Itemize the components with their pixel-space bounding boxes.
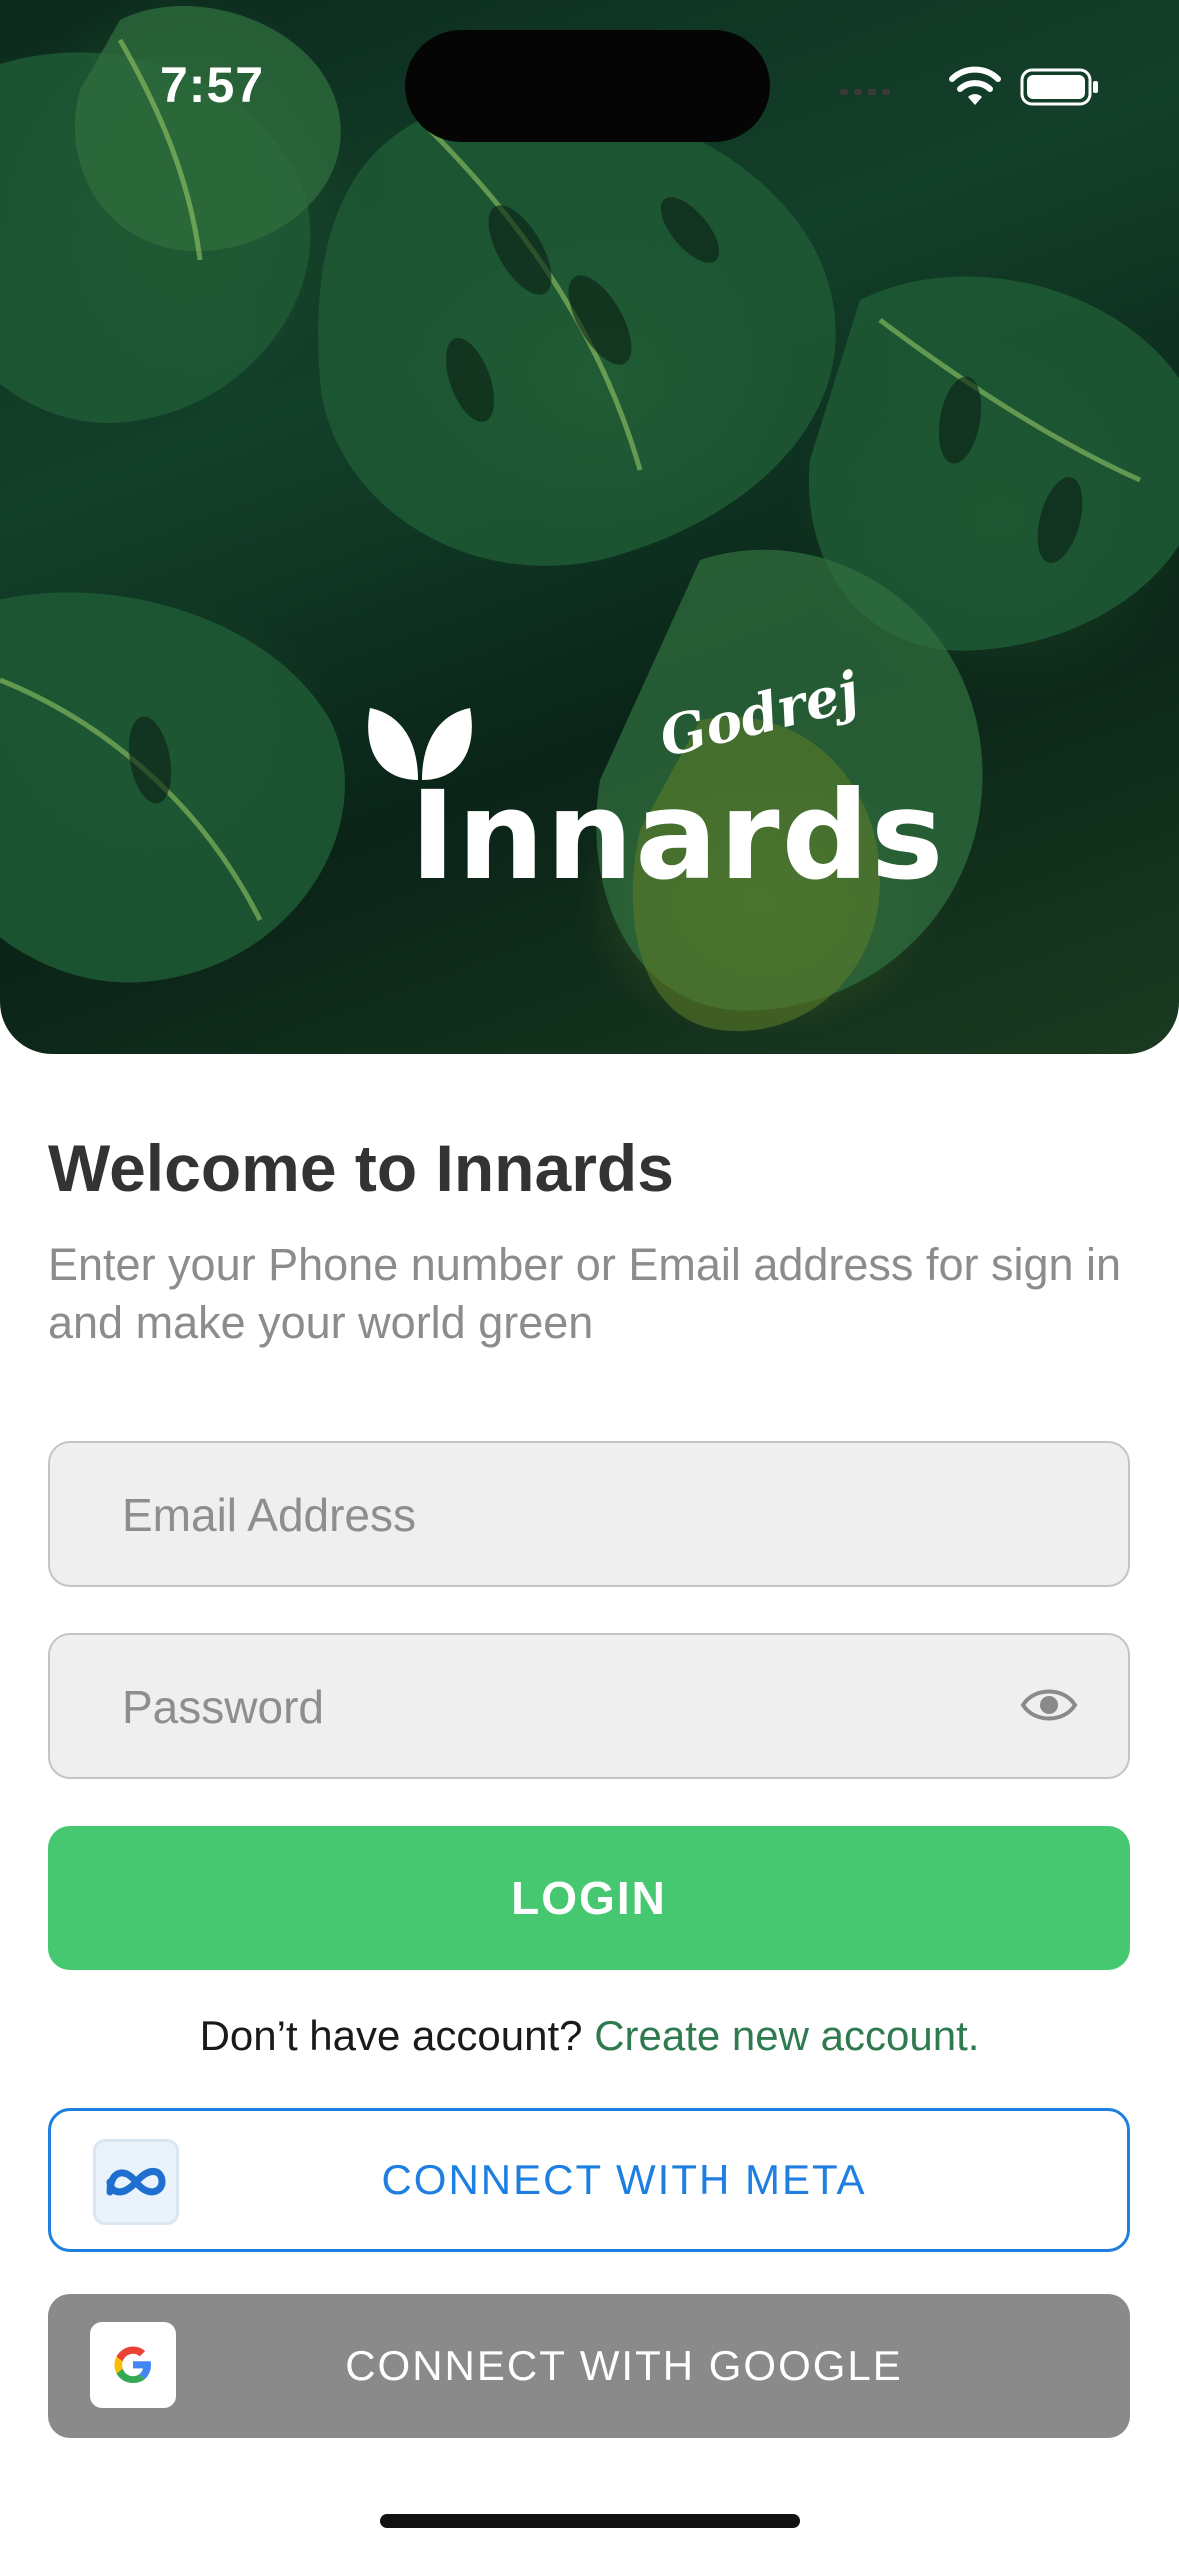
create-account-link[interactable]: Create new account. bbox=[594, 2012, 979, 2059]
wifi-icon bbox=[949, 66, 1001, 105]
email-field[interactable] bbox=[120, 1443, 1004, 1587]
eye-icon[interactable] bbox=[1020, 1683, 1078, 1727]
email-field-container bbox=[48, 1441, 1130, 1587]
status-bar-time: 7:57 bbox=[160, 57, 265, 113]
login-button[interactable]: LOGIN bbox=[48, 1826, 1130, 1970]
logo-wordmark: Innards bbox=[410, 765, 946, 907]
password-field[interactable] bbox=[120, 1635, 1004, 1779]
connect-meta-label: CONNECT WITH META bbox=[381, 2156, 867, 2203]
innards-logo: Godrej Innards bbox=[360, 658, 944, 907]
hero-banner: 7:57 Godrej Innards bbox=[0, 0, 1179, 1054]
dynamic-island bbox=[405, 30, 770, 142]
page-subtitle: Enter your Phone number or Email address… bbox=[48, 1239, 1122, 1348]
signal-icon bbox=[840, 89, 890, 95]
signup-prompt-text: Don’t have account? bbox=[199, 2012, 583, 2059]
connect-google-button[interactable]: CONNECT WITH GOOGLE bbox=[48, 2294, 1130, 2438]
battery-icon bbox=[1020, 68, 1098, 106]
connect-meta-button[interactable]: CONNECT WITH META bbox=[48, 2108, 1130, 2252]
status-bar-icons bbox=[840, 62, 1100, 112]
connect-google-label: CONNECT WITH GOOGLE bbox=[345, 2342, 903, 2389]
signup-prompt: Don’t have account? Create new account. bbox=[0, 2012, 1179, 2060]
home-indicator[interactable] bbox=[380, 2514, 800, 2528]
page-title: Welcome to Innards bbox=[48, 1131, 674, 1205]
password-field-container bbox=[48, 1633, 1130, 1779]
